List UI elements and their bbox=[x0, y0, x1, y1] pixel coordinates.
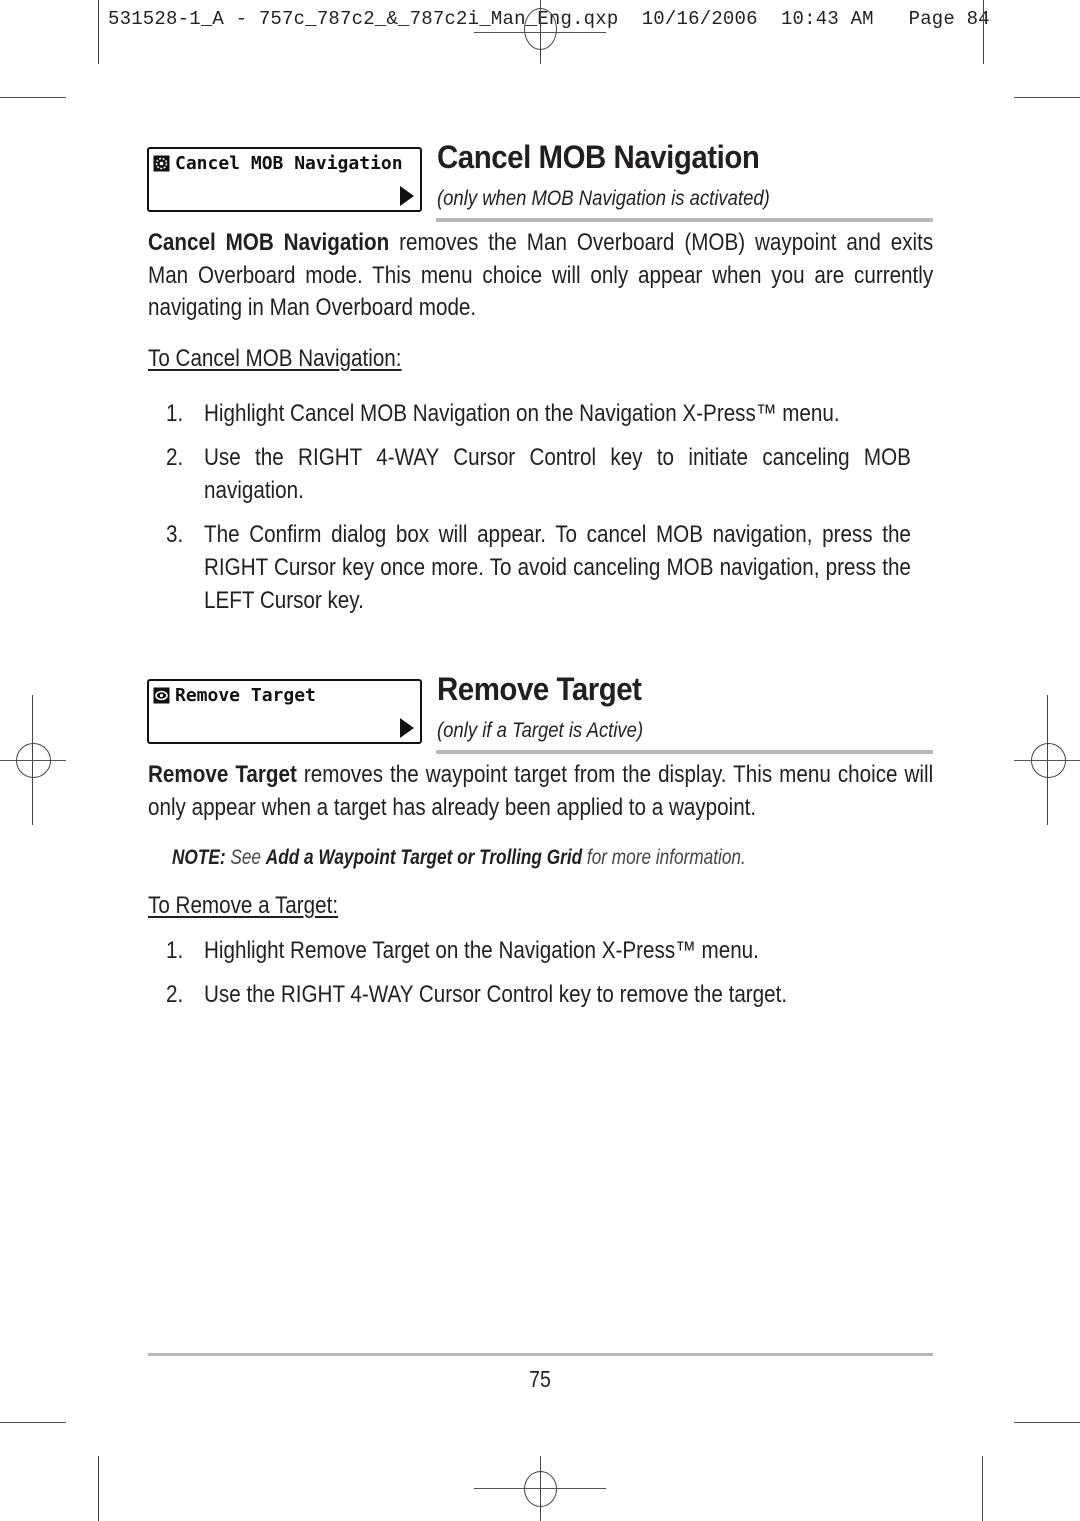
crop-mark bbox=[98, 1456, 99, 1521]
menu-item-cancel-mob-navigation: Cancel MOB Navigation bbox=[147, 147, 422, 212]
step-text: Use the RIGHT 4-WAY Cursor Control key t… bbox=[204, 981, 788, 1008]
section-subtitle: (only when MOB Navigation is activated) bbox=[437, 187, 770, 210]
registration-mark bbox=[1031, 743, 1066, 778]
crop-mark bbox=[1014, 1422, 1080, 1423]
description-bold: Cancel MOB Navigation bbox=[148, 229, 390, 256]
section-subtitle: (only if a Target is Active) bbox=[437, 719, 644, 742]
menu-label: Cancel MOB Navigation bbox=[175, 153, 403, 174]
crop-mark bbox=[0, 97, 66, 98]
note-post: for more information. bbox=[582, 846, 746, 869]
slug-page: Page 84 bbox=[908, 8, 990, 30]
crop-mark bbox=[1014, 97, 1080, 98]
step-number: 2. bbox=[166, 444, 184, 471]
section-rule bbox=[436, 218, 933, 222]
note-pre: See bbox=[225, 846, 266, 869]
target-icon bbox=[153, 687, 170, 704]
footer-rule bbox=[148, 1353, 933, 1356]
slug-divider bbox=[983, 0, 984, 64]
step-number: 1. bbox=[166, 400, 184, 427]
registration-mark bbox=[16, 743, 51, 778]
step-text: Use the RIGHT 4-WAY Cursor Control key t… bbox=[204, 444, 911, 504]
step-text: Highlight Remove Target on the Navigatio… bbox=[204, 937, 759, 964]
section-title: Remove Target bbox=[437, 671, 642, 707]
section-description: Cancel MOB Navigation removes the Man Ov… bbox=[148, 227, 933, 325]
crop-mark bbox=[0, 1422, 66, 1423]
procedure-heading: To Remove a Target: bbox=[148, 892, 339, 919]
procedure-heading: To Cancel MOB Navigation: bbox=[148, 345, 402, 372]
step-text: The Confirm dialog box will appear. To c… bbox=[204, 521, 911, 614]
registration-mark bbox=[524, 8, 557, 50]
menu-item-remove-target: Remove Target bbox=[147, 679, 422, 744]
note-reference: Add a Waypoint Target or Trolling Grid bbox=[265, 846, 583, 869]
step-number: 1. bbox=[166, 937, 184, 964]
page-number: 75 bbox=[529, 1366, 551, 1392]
right-arrow-icon bbox=[400, 718, 414, 738]
section-rule bbox=[436, 750, 933, 754]
step-number: 3. bbox=[166, 521, 184, 548]
mob-icon bbox=[153, 155, 170, 172]
description-bold: Remove Target bbox=[148, 761, 297, 788]
section-description: Remove Target removes the waypoint targe… bbox=[148, 759, 933, 824]
menu-label: Remove Target bbox=[175, 685, 316, 706]
note-label: NOTE: bbox=[172, 846, 226, 869]
section-title: Cancel MOB Navigation bbox=[437, 139, 760, 175]
slug-date: 10/16/2006 bbox=[641, 8, 758, 30]
crop-mark bbox=[982, 1456, 983, 1521]
slug-time: 10:43 AM bbox=[780, 8, 874, 30]
registration-mark bbox=[524, 1471, 557, 1507]
crop-mark bbox=[98, 0, 99, 64]
right-arrow-icon bbox=[400, 186, 414, 206]
step-text: Highlight Cancel MOB Navigation on the N… bbox=[204, 400, 840, 427]
note: NOTE: See Add a Waypoint Target or Troll… bbox=[172, 846, 746, 870]
step-number: 2. bbox=[166, 981, 184, 1008]
